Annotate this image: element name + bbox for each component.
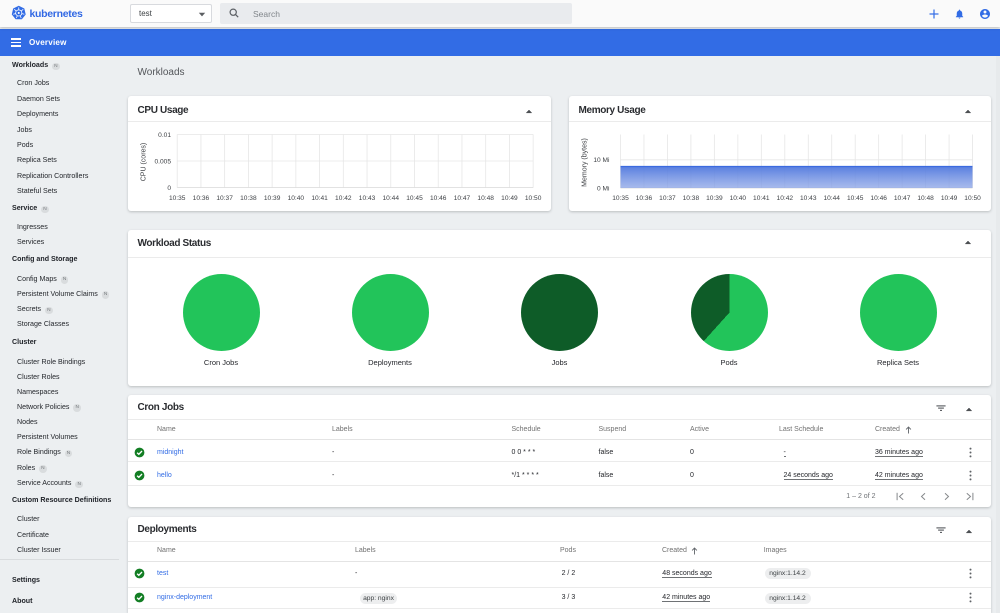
svg-text:10:39: 10:39	[706, 195, 723, 202]
svg-text:10:45: 10:45	[406, 195, 423, 202]
svg-text:10:46: 10:46	[870, 195, 887, 202]
svg-text:10:46: 10:46	[430, 195, 447, 202]
svg-text:10:40: 10:40	[288, 195, 305, 202]
svg-text:0.01: 0.01	[158, 132, 171, 139]
svg-text:10:47: 10:47	[454, 195, 471, 202]
svg-text:10:43: 10:43	[800, 195, 817, 202]
svg-text:10:40: 10:40	[730, 195, 747, 202]
svg-text:10:37: 10:37	[659, 195, 676, 202]
svg-text:10:38: 10:38	[683, 195, 700, 202]
svg-text:10:36: 10:36	[636, 195, 653, 202]
svg-text:10:41: 10:41	[311, 195, 328, 202]
svg-text:10:47: 10:47	[894, 195, 911, 202]
svg-text:10:48: 10:48	[477, 195, 494, 202]
svg-text:10:50: 10:50	[964, 195, 981, 202]
svg-text:0 Mi: 0 Mi	[597, 185, 610, 192]
svg-text:10 Mi: 10 Mi	[593, 157, 610, 164]
svg-text:CPU (cores): CPU (cores)	[141, 143, 148, 182]
svg-text:10:44: 10:44	[823, 195, 840, 202]
svg-text:10:44: 10:44	[383, 195, 400, 202]
svg-text:10:43: 10:43	[359, 195, 376, 202]
svg-text:0.005: 0.005	[154, 158, 171, 165]
svg-text:10:35: 10:35	[612, 195, 629, 202]
svg-text:10:35: 10:35	[169, 195, 186, 202]
svg-text:10:41: 10:41	[753, 195, 770, 202]
svg-text:10:42: 10:42	[335, 195, 352, 202]
svg-text:10:37: 10:37	[216, 195, 233, 202]
svg-text:10:36: 10:36	[193, 195, 210, 202]
svg-text:0: 0	[167, 185, 171, 192]
svg-text:10:48: 10:48	[917, 195, 934, 202]
svg-text:10:50: 10:50	[525, 195, 542, 202]
svg-text:10:42: 10:42	[777, 195, 794, 202]
svg-text:10:38: 10:38	[240, 195, 257, 202]
svg-text:10:45: 10:45	[847, 195, 864, 202]
svg-text:Memory (bytes): Memory (bytes)	[582, 138, 589, 187]
svg-text:10:49: 10:49	[501, 195, 518, 202]
svg-text:10:39: 10:39	[264, 195, 281, 202]
svg-text:10:49: 10:49	[941, 195, 958, 202]
